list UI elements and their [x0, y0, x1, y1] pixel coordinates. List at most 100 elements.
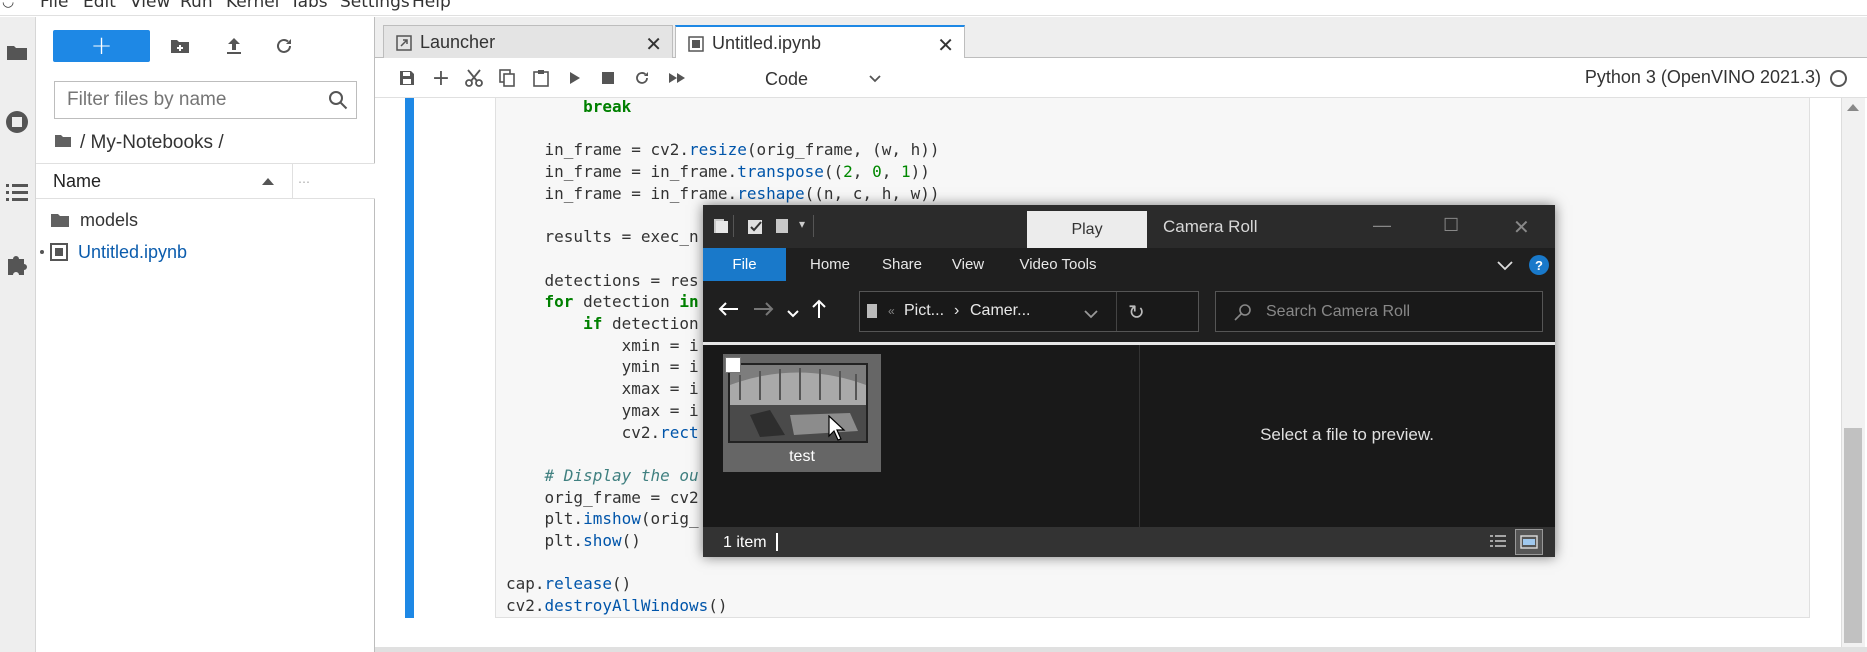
- running-icon[interactable]: [2, 107, 32, 137]
- file-explorer-window[interactable]: ▾ Play Camera Roll — ☐ ✕ File Home Share…: [703, 205, 1555, 557]
- stop-icon[interactable]: [594, 65, 622, 91]
- menu-kernel[interactable]: Kernel: [226, 0, 279, 12]
- explorer-title-bar[interactable]: ▾ Play Camera Roll — ☐ ✕: [703, 205, 1555, 248]
- large-icons-view-icon[interactable]: [1515, 529, 1543, 555]
- save-icon[interactable]: [393, 65, 421, 91]
- new-folder-icon[interactable]: [164, 30, 196, 62]
- up-arrow-icon[interactable]: [811, 299, 827, 324]
- details-view-icon[interactable]: [1489, 533, 1507, 556]
- forward-arrow-icon[interactable]: [753, 301, 775, 322]
- back-arrow-icon[interactable]: [717, 301, 739, 322]
- folder-icon[interactable]: [2, 37, 32, 67]
- address-part-camera-roll[interactable]: Camer...: [970, 302, 1030, 320]
- upload-icon[interactable]: [218, 30, 250, 62]
- cut-icon[interactable]: [460, 65, 488, 91]
- menu-bar: ◡ File Edit View Run Kernel Tabs Setting…: [0, 0, 1867, 16]
- list-item[interactable]: Untitled.ipynb: [36, 236, 375, 268]
- fast-forward-icon[interactable]: [663, 65, 691, 91]
- minimize-icon[interactable]: —: [1373, 215, 1391, 236]
- recent-locations-icon[interactable]: [787, 305, 799, 323]
- tab-launcher[interactable]: Launcher ✕: [383, 25, 673, 59]
- file-name[interactable]: Untitled.ipynb: [78, 242, 187, 263]
- menu-tabs[interactable]: Tabs: [290, 0, 328, 12]
- menu-run[interactable]: Run: [180, 0, 213, 12]
- run-icon[interactable]: [561, 65, 589, 91]
- refresh-icon[interactable]: ↻: [1128, 300, 1145, 325]
- menu-view[interactable]: View: [130, 0, 170, 12]
- address-divider: [1116, 292, 1117, 331]
- help-icon[interactable]: ?: [1529, 255, 1549, 275]
- address-dropdown-icon[interactable]: [1084, 306, 1098, 324]
- address-bar[interactable]: « Pict... › Camer... ↻: [859, 291, 1199, 332]
- new-folder-quick-icon[interactable]: [775, 217, 791, 240]
- breadcrumb[interactable]: / My-Notebooks /: [54, 129, 224, 157]
- ribbon-tab-file[interactable]: File: [703, 248, 786, 281]
- tab-untitled-notebook[interactable]: Untitled.ipynb ✕: [675, 25, 965, 60]
- breadcrumb-overflow-icon[interactable]: «: [888, 304, 895, 318]
- name-column-header[interactable]: Name: [53, 171, 101, 192]
- close-icon[interactable]: ✕: [937, 33, 954, 58]
- sort-ascending-icon[interactable]: [262, 178, 274, 185]
- scroll-up-icon[interactable]: [1847, 104, 1859, 111]
- code-line: cap.release(): [506, 574, 632, 594]
- filter-files-input[interactable]: [54, 81, 357, 119]
- status-divider: [375, 647, 1867, 652]
- tab-label: Untitled.ipynb: [712, 33, 822, 53]
- title-divider: [733, 215, 734, 237]
- window-title: Camera Roll: [1163, 217, 1258, 236]
- insert-cell-icon[interactable]: +: [427, 65, 455, 91]
- menu-settings[interactable]: Settings: [340, 0, 410, 12]
- extension-icon[interactable]: [2, 249, 32, 279]
- customize-quick-access-icon[interactable]: ▾: [799, 217, 805, 231]
- new-launcher-button[interactable]: +: [53, 30, 150, 62]
- ribbon-tab-view[interactable]: View: [941, 248, 995, 281]
- select-checkbox[interactable]: [725, 357, 741, 373]
- toc-icon[interactable]: [2, 177, 32, 207]
- play-tab[interactable]: Play: [1027, 211, 1147, 248]
- refresh-icon[interactable]: [268, 30, 300, 62]
- ribbon-tab-share[interactable]: Share: [869, 248, 935, 281]
- properties-check-icon[interactable]: [747, 217, 765, 240]
- code-line: cv2.destroyAllWindows(): [506, 596, 728, 616]
- address-part-pictures[interactable]: Pict...: [904, 302, 944, 320]
- activity-bar: [0, 17, 36, 652]
- menu-help[interactable]: Help: [412, 0, 451, 12]
- chevron-down-icon: [869, 75, 881, 83]
- restart-icon[interactable]: [628, 65, 656, 91]
- code-line: in_frame = in_frame.reshape((n, c, h, w)…: [506, 183, 940, 203]
- breadcrumb-path[interactable]: / My-Notebooks /: [80, 132, 224, 154]
- tab-label: Launcher: [420, 32, 496, 52]
- scrollbar-thumb[interactable]: [1844, 428, 1862, 643]
- search-box[interactable]: Search Camera Roll: [1215, 291, 1543, 332]
- file-name[interactable]: test: [723, 448, 881, 466]
- menu-file[interactable]: File: [40, 0, 68, 12]
- list-item[interactable]: models: [36, 204, 375, 236]
- search-placeholder: Search Camera Roll: [1266, 303, 1411, 320]
- menu-edit[interactable]: Edit: [83, 0, 116, 12]
- title-divider: [813, 215, 814, 237]
- folder-icon: [50, 212, 70, 228]
- video-thumbnail[interactable]: [728, 363, 868, 443]
- address-bar-row: « Pict... › Camer... ↻ Search Camera Rol…: [703, 281, 1555, 339]
- notebook-scrollbar[interactable]: [1841, 98, 1865, 652]
- expand-ribbon-icon[interactable]: [1497, 258, 1513, 276]
- active-cell-indicator[interactable]: [405, 98, 414, 618]
- kernel-name[interactable]: Python 3 (OpenVINO 2021.3): [1585, 67, 1821, 88]
- filter-files-field[interactable]: [55, 82, 315, 118]
- cell-type-value: Code: [765, 68, 809, 89]
- file-name[interactable]: models: [80, 210, 138, 231]
- jupyter-logo-icon: ◡: [2, 0, 15, 10]
- ribbon-tabs: File Home Share View Video Tools ?: [703, 248, 1555, 281]
- copy-icon[interactable]: [493, 65, 521, 91]
- chevron-right-icon[interactable]: ›: [954, 302, 959, 320]
- maximize-icon[interactable]: ☐: [1443, 215, 1459, 236]
- close-icon[interactable]: ✕: [1513, 215, 1530, 240]
- ribbon-tab-video-tools[interactable]: Video Tools: [1003, 248, 1113, 281]
- close-icon[interactable]: ✕: [645, 32, 662, 57]
- paste-icon[interactable]: [527, 65, 555, 91]
- more-columns-icon[interactable]: …: [298, 172, 310, 186]
- cell-type-select[interactable]: Code: [765, 66, 885, 92]
- kernel-status-icon: [1830, 70, 1847, 87]
- ribbon-tab-home[interactable]: Home: [795, 248, 865, 281]
